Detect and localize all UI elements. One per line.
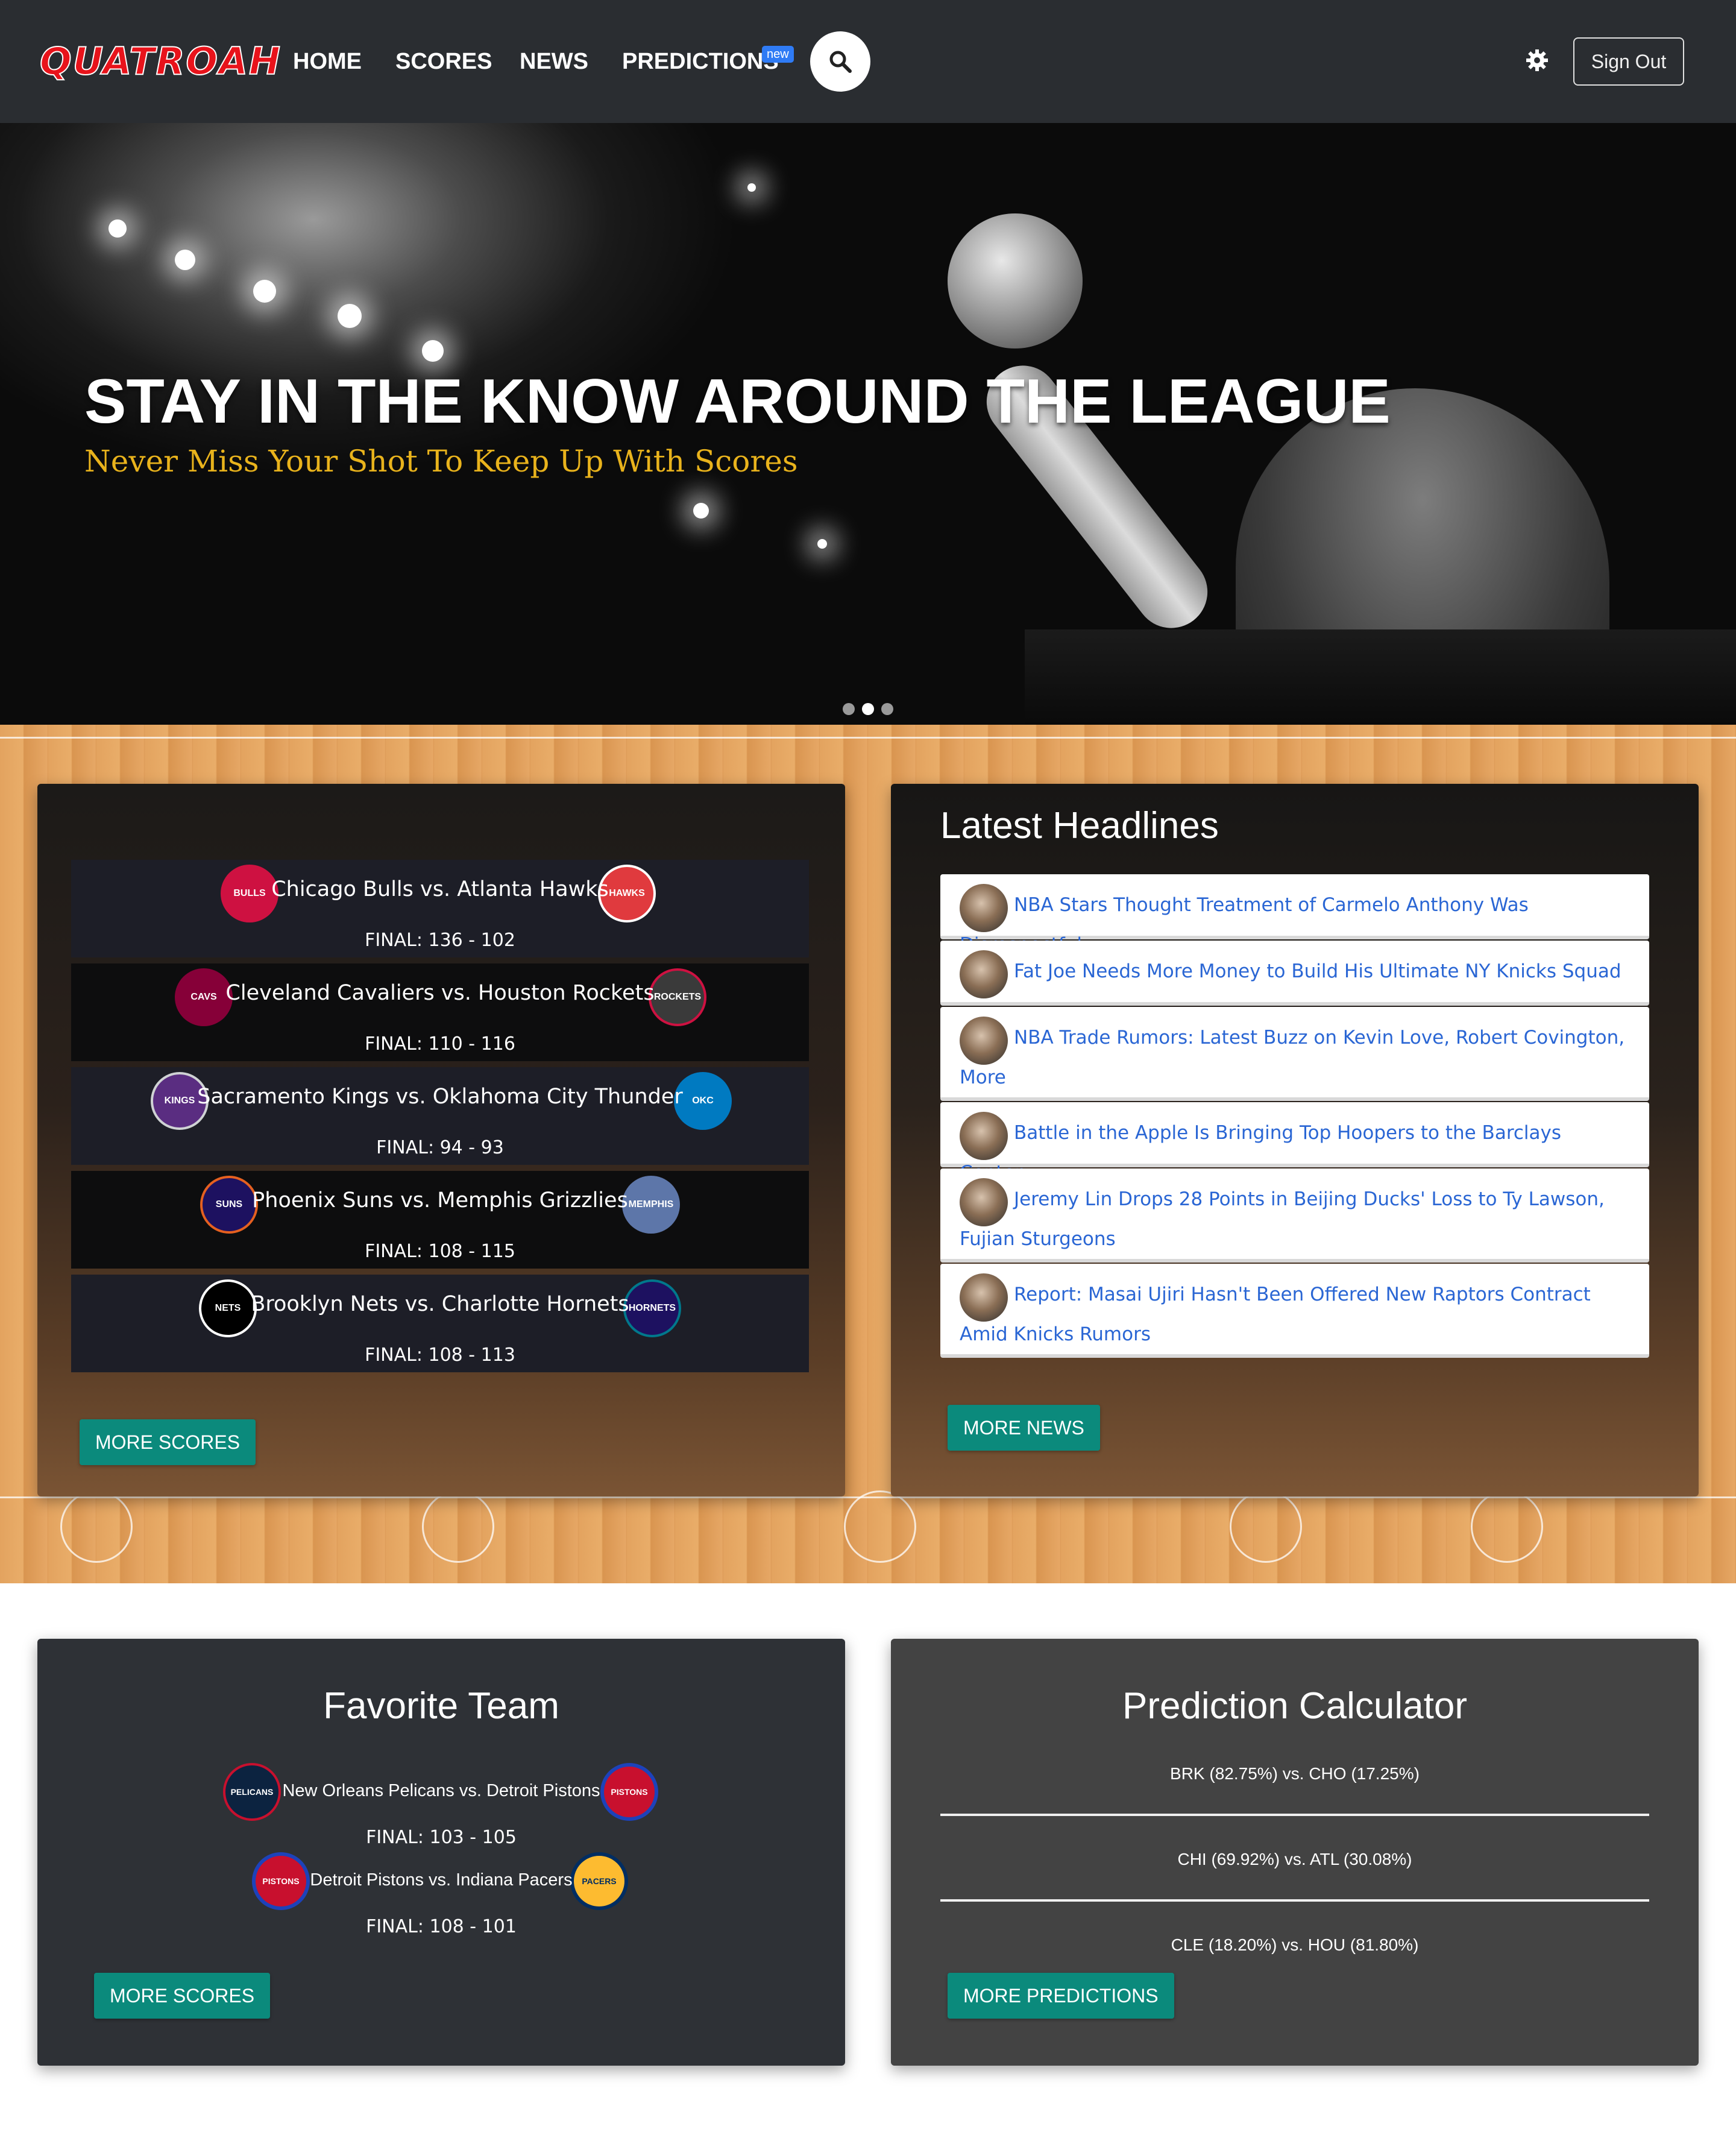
news-item[interactable]: NBA Stars Thought Treatment of Carmelo A… [940, 874, 1649, 956]
sign-out-button[interactable]: Sign Out [1573, 37, 1684, 86]
news-headline[interactable]: Report: Masai Ujiri Hasn't Been Offered … [960, 1275, 1625, 1354]
carousel-dot[interactable] [881, 703, 893, 715]
more-news-button[interactable]: MORE NEWS [948, 1405, 1100, 1451]
gear-icon[interactable] [1525, 48, 1549, 72]
news-headline[interactable]: NBA Trade Rumors: Latest Buzz on Kevin L… [960, 1018, 1625, 1097]
nav-predictions-link[interactable]: PREDICTIONS [622, 46, 779, 77]
nav-news-link[interactable]: NEWS [520, 46, 588, 77]
carousel-dot[interactable] [843, 703, 855, 715]
court-circle [844, 1490, 916, 1563]
news-headline[interactable]: Fat Joe Needs More Money to Build His Ul… [960, 951, 1625, 991]
divider [940, 1899, 1649, 1902]
favorite-game-title[interactable]: New Orleans Pelicans vs. Detroit Pistons [37, 1779, 845, 1803]
prediction-line: CHI (69.92%) vs. ATL (30.08%) [1177, 1850, 1412, 1868]
stadium-light [175, 250, 195, 270]
favorite-team-title: Favorite Team [323, 1685, 559, 1727]
more-predictions-button[interactable]: MORE PREDICTIONS [948, 1973, 1174, 2019]
hero-carousel[interactable]: STAY IN THE KNOW AROUND THE LEAGUE Never… [0, 123, 1736, 725]
hero-title: STAY IN THE KNOW AROUND THE LEAGUE [84, 367, 1391, 437]
game-score: FINAL: 108 - 115 [365, 1241, 515, 1262]
news-headline[interactable]: Jeremy Lin Drops 28 Points in Beijing Du… [960, 1179, 1625, 1259]
nav-scores-link[interactable]: SCORES [395, 46, 492, 77]
stadium-light [817, 539, 827, 549]
nav-home-link[interactable]: HOME [293, 46, 362, 77]
hero-subtitle: Never Miss Your Shot To Keep Up With Sco… [84, 444, 798, 479]
stadium-light [422, 340, 444, 362]
site-logo[interactable]: QUATROAH [39, 37, 281, 86]
predictions-new-badge: new [762, 46, 794, 63]
divider [940, 1814, 1649, 1816]
top-navbar: QUATROAH HOME SCORES NEWS PREDICTIONS ne… [0, 0, 1736, 123]
game-title: Phoenix Suns vs. Memphis Grizzlies [252, 1188, 628, 1212]
more-scores-button[interactable]: MORE SCORES [80, 1419, 256, 1465]
game-score: FINAL: 108 - 113 [365, 1345, 515, 1366]
game-row[interactable]: BULLS HAWKS Chicago Bulls vs. Atlanta Ha… [71, 860, 809, 957]
favorite-game-score: FINAL: 108 - 101 [366, 1916, 517, 1937]
news-title: Latest Headlines [940, 805, 1219, 847]
prediction-line: BRK (82.75%) vs. CHO (17.25%) [1170, 1764, 1420, 1783]
search-button[interactable] [810, 31, 870, 92]
stadium-light [747, 183, 756, 192]
game-title: Cleveland Cavaliers vs. Houston Rockets [225, 981, 655, 1005]
favorite-game-score: FINAL: 103 - 105 [366, 1827, 517, 1848]
stadium-light [253, 280, 276, 303]
news-panel: Latest Headlines NBA Stars Thought Treat… [891, 784, 1699, 1496]
game-row[interactable]: NETS HORNETS Brooklyn Nets vs. Charlotte… [71, 1275, 809, 1372]
favorite-more-scores-button[interactable]: MORE SCORES [94, 1973, 271, 2019]
prediction-calculator-title: Prediction Calculator [1122, 1685, 1468, 1727]
stadium-light [108, 219, 127, 238]
court-line [0, 737, 1736, 739]
scoreboard-image [1025, 629, 1736, 725]
court-circle [60, 1490, 133, 1563]
game-score: FINAL: 94 - 93 [376, 1137, 504, 1158]
scores-panel: BULLS HAWKS Chicago Bulls vs. Atlanta Ha… [37, 784, 845, 1496]
prediction-calculator-panel: Prediction Calculator BRK (82.75%) vs. C… [891, 1639, 1699, 2066]
favorite-game-title[interactable]: Detroit Pistons vs. Indiana Pacers [37, 1868, 845, 1892]
news-item[interactable]: Battle in the Apple Is Bringing Top Hoop… [940, 1102, 1649, 1184]
news-item[interactable]: NBA Trade Rumors: Latest Buzz on Kevin L… [940, 1007, 1649, 1101]
game-score: FINAL: 110 - 116 [365, 1033, 515, 1055]
game-score: FINAL: 136 - 102 [365, 930, 515, 951]
game-row[interactable]: KINGS OKC Sacramento Kings vs. Oklahoma … [71, 1067, 809, 1165]
carousel-dot-active[interactable] [862, 703, 874, 715]
stadium-light [338, 304, 362, 328]
news-item[interactable]: Fat Joe Needs More Money to Build His Ul… [940, 941, 1649, 1006]
court-circle [1471, 1490, 1543, 1563]
news-item[interactable]: Jeremy Lin Drops 28 Points in Beijing Du… [940, 1168, 1649, 1263]
stadium-light [693, 503, 709, 519]
basketball-image [948, 213, 1083, 348]
search-icon [829, 51, 852, 73]
prediction-line: CLE (18.20%) vs. HOU (81.80%) [1171, 1935, 1419, 1954]
game-row[interactable]: CAVS ROCKETS Cleveland Cavaliers vs. Hou… [71, 963, 809, 1061]
game-title: Chicago Bulls vs. Atlanta Hawks [271, 877, 609, 901]
game-title: Sacramento Kings vs. Oklahoma City Thund… [197, 1085, 683, 1109]
game-title: Brooklyn Nets vs. Charlotte Hornets [251, 1292, 629, 1316]
court-circle [1230, 1490, 1302, 1563]
court-circle [422, 1490, 494, 1563]
favorite-team-panel: Favorite Team PELICANS PISTONS New Orlea… [37, 1639, 845, 2066]
game-row[interactable]: SUNS MEMPHIS Phoenix Suns vs. Memphis Gr… [71, 1171, 809, 1269]
news-item[interactable]: Report: Masai Ujiri Hasn't Been Offered … [940, 1264, 1649, 1358]
